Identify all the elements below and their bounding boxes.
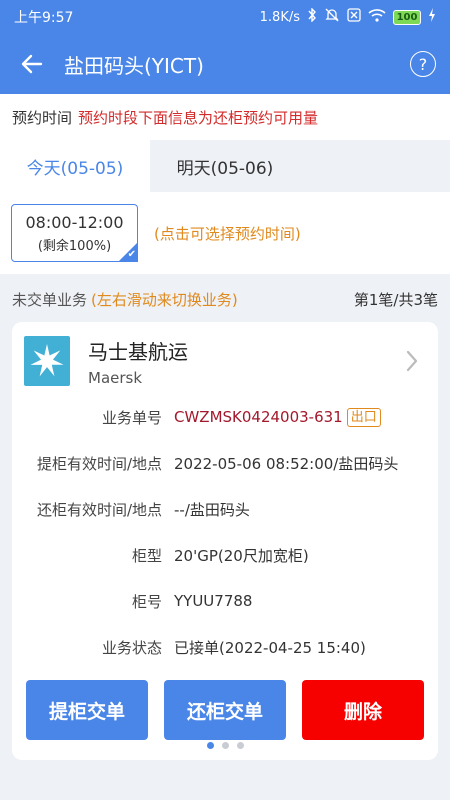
detail-key: 柜型: [131, 546, 162, 565]
bluetooth-icon: [307, 7, 317, 26]
page-title: 盐田码头(YICT): [64, 53, 204, 78]
question-circle-icon: ?: [418, 54, 428, 74]
detail-value: YYUU7788: [174, 592, 253, 610]
chevron-right-icon[interactable]: [400, 346, 424, 376]
detail-key: 还柜有效时间/地点: [36, 500, 162, 519]
detail-row-container-no: 柜号 YYUU7788: [12, 578, 438, 624]
business-swipe-hint: (左右滑动来切换业务): [91, 290, 238, 309]
arrow-left-icon: [21, 54, 43, 74]
detail-row-container-type: 柜型 20'GP(20尺加宽柜): [12, 532, 438, 578]
business-label: 未交单业务: [12, 290, 88, 309]
help-button[interactable]: ?: [410, 51, 436, 77]
detail-row-return: 还柜有效时间/地点 --/盐田码头: [12, 486, 438, 532]
day-tabs: 今天(05-05) 明天(05-06): [0, 140, 450, 192]
reservation-notice: 预约时间 预约时段下面信息为还柜预约可用量: [0, 94, 450, 140]
tab-spacer: [300, 140, 450, 192]
delete-button[interactable]: 删除: [302, 680, 424, 740]
company-name: 马士基航运: [88, 339, 188, 364]
detail-value: 已接单(2022-04-25 15:40): [174, 638, 366, 657]
detail-row-order-no: 业务单号 CWZMSK0424003-631 出口: [12, 394, 438, 440]
time-slot-row: 08:00-12:00 (剩余100%) ✔ (点击可选择预约时间): [0, 192, 450, 274]
detail-row-pickup: 提柜有效时间/地点 2022-05-06 08:52:00/盐田码头: [12, 440, 438, 486]
business-pager: 第1笔/共3笔: [353, 290, 438, 309]
page-dot-active: [206, 742, 214, 749]
time-slot-option[interactable]: 08:00-12:00 (剩余100%) ✔: [11, 204, 138, 262]
company-sub: Maersk: [88, 368, 143, 387]
wifi-icon: [368, 8, 386, 26]
tab-today[interactable]: 今天(05-05): [0, 140, 150, 192]
company-text: 马士基航运 Maersk: [88, 336, 400, 387]
tab-tomorrow[interactable]: 明天(05-06): [150, 140, 300, 192]
detail-value: 2022-05-06 08:52:00/盐田码头: [174, 454, 399, 473]
page-dot: [221, 742, 229, 749]
slot-hint: (点击可选择预约时间): [154, 224, 301, 243]
detail-value: --/盐田码头: [174, 500, 250, 519]
charging-icon: [428, 8, 436, 26]
slot-time: 08:00-12:00: [25, 212, 124, 232]
detail-key: 业务状态: [101, 638, 162, 657]
page-indicator: [12, 742, 438, 749]
detail-value: 20'GP(20尺加宽柜): [174, 546, 309, 565]
business-details: 业务单号 CWZMSK0424003-631 出口 提柜有效时间/地点 2022…: [12, 394, 438, 670]
detail-key: 提柜有效时间/地点: [36, 454, 162, 473]
pickup-submit-button[interactable]: 提柜交单: [26, 680, 148, 740]
detail-row-status: 业务状态 已接单(2022-04-25 15:40): [12, 624, 438, 670]
sim-off-icon: [347, 8, 361, 26]
check-icon: ✔: [127, 249, 136, 260]
action-buttons: 提柜交单 还柜交单 删除: [26, 680, 424, 740]
status-bar: 上午9:57 1.8K/s 100: [0, 0, 450, 34]
battery-icon: 100: [393, 9, 421, 25]
status-time: 上午9:57: [14, 10, 74, 26]
reservation-time-label: 预约时间: [12, 108, 73, 127]
app-bar: 盐田码头(YICT) ?: [0, 34, 450, 94]
reservation-warning: 预约时段下面信息为还柜预约可用量: [78, 108, 319, 127]
net-speed: 1.8K/s: [259, 9, 300, 25]
order-number: CWZMSK0424003-631: [174, 408, 343, 426]
back-button[interactable]: [0, 34, 64, 94]
return-submit-button[interactable]: 还柜交单: [164, 680, 286, 740]
mute-icon: [324, 7, 340, 27]
maersk-star-icon: [24, 336, 70, 386]
company-row[interactable]: 马士基航运 Maersk: [24, 334, 424, 388]
business-card[interactable]: 马士基航运 Maersk 业务单号 CWZMSK0424003-631 出口 提…: [12, 322, 438, 760]
detail-key: 柜号: [131, 592, 162, 611]
slot-remaining: (剩余100%): [37, 238, 112, 254]
export-badge: 出口: [346, 407, 381, 427]
business-header: 未交单业务 (左右滑动来切换业务) 第1笔/共3笔: [0, 284, 450, 314]
detail-key: 业务单号: [101, 408, 162, 427]
status-icons: 1.8K/s 100: [260, 7, 436, 27]
page-dot: [236, 742, 244, 749]
